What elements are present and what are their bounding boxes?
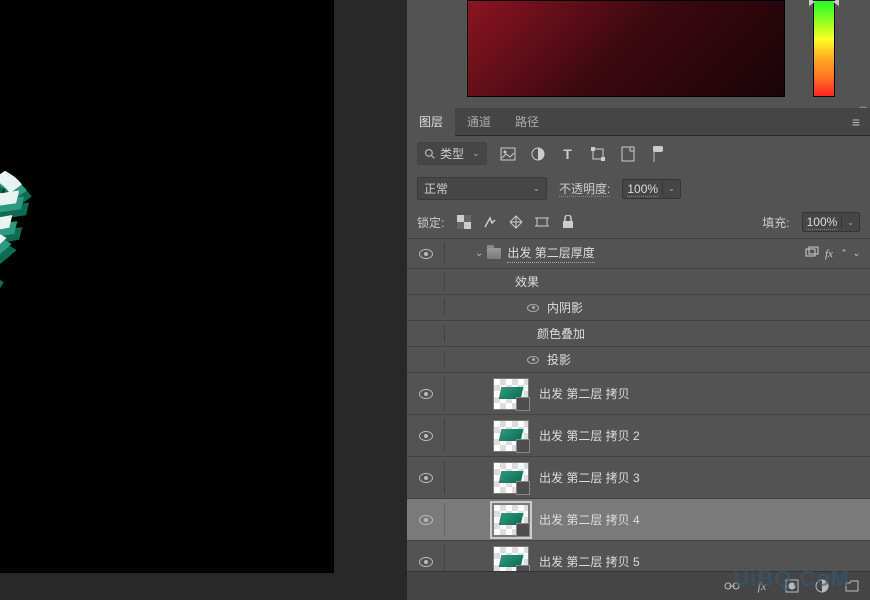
tab-paths[interactable]: 路径 (503, 107, 551, 136)
filter-text-icon[interactable]: T (559, 145, 577, 163)
layer-group-row[interactable]: ⌄ 出发 第二层厚度 fx ⌃ ⌄ (407, 239, 870, 269)
visibility-toggle[interactable] (419, 389, 433, 399)
chevron-down-icon: ⌄ (468, 148, 480, 159)
hue-slider[interactable] (813, 0, 835, 97)
tab-channels[interactable]: 通道 (455, 107, 503, 136)
lock-row: 锁定: 填充: 100% ⌄ (407, 206, 870, 239)
visibility-toggle[interactable] (419, 557, 433, 567)
effect-row-inner-shadow[interactable]: 内阴影 (407, 295, 870, 321)
layer-filter-row: 类型 ⌄ T (407, 136, 870, 171)
layer-row[interactable]: 出发 第二层 拷贝 (407, 373, 870, 415)
layer-thumbnail[interactable] (493, 420, 529, 452)
layer-name-label[interactable]: 出发 第二层 拷贝 (539, 385, 630, 402)
hue-marker-left[interactable] (809, 0, 815, 6)
color-field[interactable] (467, 0, 785, 97)
effect-visibility-toggle[interactable] (527, 356, 539, 364)
layer-thumbnail[interactable] (493, 504, 529, 536)
visibility-toggle[interactable] (419, 249, 433, 259)
layer-thumbnail[interactable] (493, 462, 529, 494)
chevron-down-icon[interactable]: ⌄ (852, 248, 860, 259)
filter-type-dropdown[interactable]: 类型 ⌄ (417, 142, 487, 165)
blend-row: 正常 ⌄ 不透明度: 100% ⌄ (407, 171, 870, 206)
effect-visibility-toggle[interactable] (527, 304, 539, 312)
fill-label: 填充: (762, 214, 789, 231)
opacity-value: 100% (623, 180, 662, 198)
layer-name-label[interactable]: 出发 第二层 拷贝 4 (539, 511, 640, 528)
lock-transparent-icon[interactable] (456, 214, 472, 230)
effect-row-drop-shadow[interactable]: 投影 (407, 347, 870, 373)
layer-row[interactable]: 出发 第二层 拷贝 3 (407, 457, 870, 499)
opacity-label: 不透明度: (559, 180, 610, 197)
effect-row-color-overlay[interactable]: 颜色叠加 (407, 321, 870, 347)
panel-menu-icon[interactable]: ≡ (852, 114, 860, 130)
canvas-area: 线 (0, 0, 407, 600)
search-icon (424, 148, 436, 160)
lock-image-icon[interactable] (482, 214, 498, 230)
hue-marker-right[interactable] (833, 0, 839, 6)
layer-row[interactable]: 出发 第二层 拷贝 4 (407, 499, 870, 541)
filter-kind-icons: T (499, 145, 667, 163)
fill-input[interactable]: 100% ⌄ (802, 212, 860, 232)
lock-position-icon[interactable] (508, 214, 524, 230)
filter-smart-icon[interactable] (619, 145, 637, 163)
group-collapse-toggle[interactable]: ⌄ (475, 248, 483, 259)
lock-artboard-icon[interactable] (534, 214, 550, 230)
layers-list: ⌄ 出发 第二层厚度 fx ⌃ ⌄ 效果 内阴影 颜色叠加 (407, 239, 870, 571)
effects-label: 效果 (515, 273, 539, 290)
layer-row[interactable]: 出发 第二层 拷贝 2 (407, 415, 870, 457)
watermark: UiBQ.CoM (733, 566, 850, 592)
effect-name: 内阴影 (547, 299, 583, 316)
effect-name: 颜色叠加 (537, 325, 585, 342)
panels: 图层 通道 路径 ≡ 类型 ⌄ T 正常 ⌄ 不透明度: 100% ⌄ (407, 0, 870, 600)
blend-mode-value: 正常 (424, 180, 448, 197)
color-picker-panel (407, 0, 870, 108)
layer-thumbnail[interactable] (493, 378, 529, 410)
filter-adjust-icon[interactable] (529, 145, 547, 163)
panel-tabs: 图层 通道 路径 ≡ (407, 108, 870, 136)
fx-badge[interactable]: fx (825, 248, 833, 260)
document-canvas[interactable]: 线 (0, 0, 334, 573)
layer-thumbnail[interactable] (493, 546, 529, 572)
layer-name-label[interactable]: 出发 第二层 拷贝 3 (539, 469, 640, 486)
effect-name: 投影 (547, 351, 571, 368)
opacity-input[interactable]: 100% ⌄ (622, 179, 680, 199)
fill-value: 100% (803, 213, 842, 231)
visibility-toggle[interactable] (419, 473, 433, 483)
chevron-up-icon[interactable]: ⌃ (839, 248, 847, 259)
lock-label: 锁定: (417, 214, 444, 231)
group-name[interactable]: 出发 第二层厚度 (507, 244, 594, 263)
chevron-down-icon: ⌄ (528, 183, 540, 194)
lock-all-icon[interactable] (560, 214, 576, 230)
effects-header-row[interactable]: 效果 (407, 269, 870, 295)
filter-shape-icon[interactable] (589, 145, 607, 163)
filter-type-label: 类型 (440, 145, 464, 162)
smart-filter-icon[interactable] (805, 246, 819, 261)
chevron-down-icon: ⌄ (841, 216, 859, 229)
filter-toggle[interactable] (649, 145, 667, 163)
folder-icon (487, 248, 501, 259)
blend-mode-dropdown[interactable]: 正常 ⌄ (417, 177, 547, 200)
layer-name-label[interactable]: 出发 第二层 拷贝 5 (539, 553, 640, 570)
filter-pixel-icon[interactable] (499, 145, 517, 163)
tab-layers[interactable]: 图层 (407, 107, 455, 136)
visibility-toggle[interactable] (419, 431, 433, 441)
layer-name-label[interactable]: 出发 第二层 拷贝 2 (539, 427, 640, 444)
visibility-toggle[interactable] (419, 515, 433, 525)
artwork-text: 线 (0, 170, 11, 300)
chevron-down-icon: ⌄ (662, 182, 680, 195)
lock-icons (456, 214, 576, 230)
